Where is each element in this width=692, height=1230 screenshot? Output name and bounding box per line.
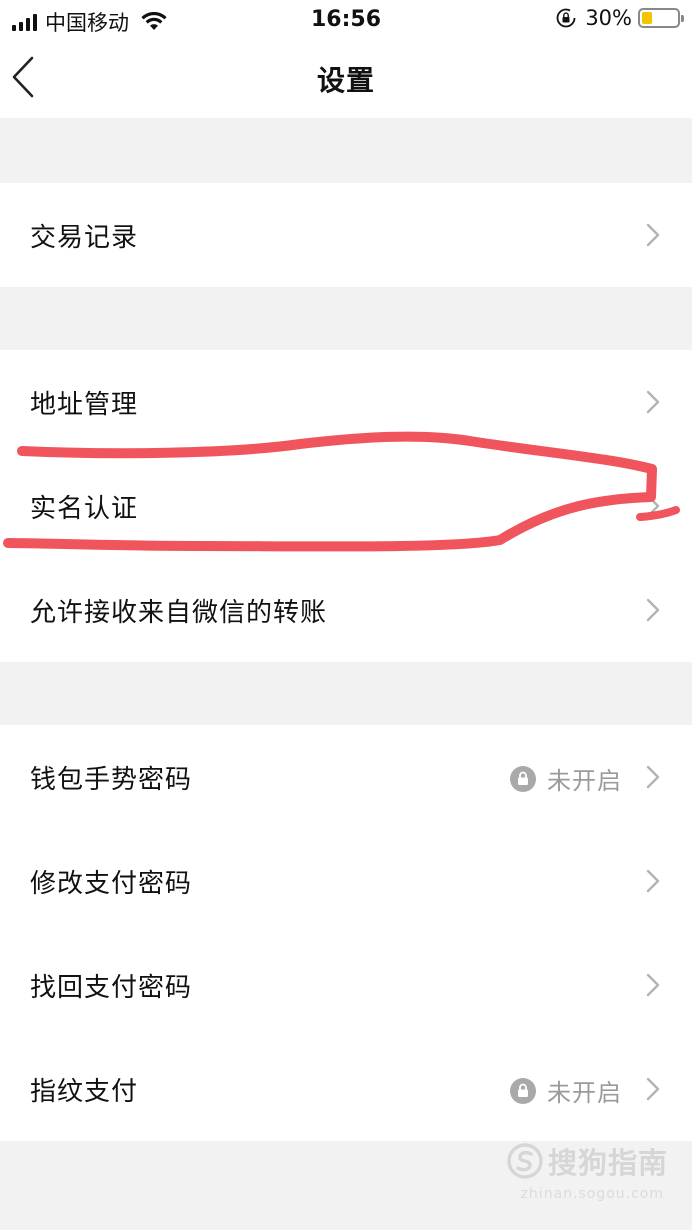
chevron-right-icon [646,223,660,247]
row-label: 钱包手势密码 [30,765,193,795]
status-badge: 未开启 [510,1073,622,1108]
chevron-right-icon [646,765,660,789]
row-change-payment-password[interactable]: 修改支付密码 [0,829,692,933]
battery-icon [638,8,684,28]
row-transaction-records[interactable]: 交易记录 [0,183,692,287]
settings-group-transactions: 交易记录 [0,183,692,287]
status-bar: 中国移动 16:56 30% [0,0,692,40]
status-right: 30% [555,6,684,30]
chevron-right-icon [646,598,660,622]
row-real-name-verification[interactable]: 实名认证 [0,454,692,558]
status-badge: 未开启 [510,761,622,796]
row-wallet-gesture-password[interactable]: 钱包手势密码 未开启 [0,725,692,829]
lock-icon [510,765,536,792]
row-label: 指纹支付 [30,1077,139,1107]
status-text: 未开启 [547,1079,622,1107]
row-fingerprint-payment[interactable]: 指纹支付 未开启 [0,1037,692,1141]
lock-icon [510,1077,536,1104]
battery-percent: 30% [585,6,632,30]
row-label: 找回支付密码 [30,973,193,1003]
settings-group-account: 地址管理 实名认证 允许接收来自微信的转账 [0,350,692,662]
chevron-right-icon [646,390,660,414]
row-label: 实名认证 [30,494,139,524]
chevron-right-icon [646,869,660,893]
chevron-right-icon [646,494,660,518]
nav-bar: 设置 [0,40,692,118]
battery-fill [642,12,652,24]
row-label: 允许接收来自微信的转账 [30,598,328,628]
rotation-lock-icon [556,8,576,28]
settings-group-security: 钱包手势密码 未开启 修改支付密码 找回支付密码 指纹支付 未开启 [0,725,692,1141]
row-label: 交易记录 [30,223,139,253]
chevron-right-icon [646,973,660,997]
page-title: 设置 [316,64,375,97]
watermark-text: 搜狗指南 [547,1146,668,1180]
row-allow-wechat-transfers[interactable]: 允许接收来自微信的转账 [0,558,692,662]
status-text: 未开启 [547,767,622,795]
watermark-url: zhinan.sogou.com [520,1186,664,1202]
row-address-management[interactable]: 地址管理 [0,350,692,454]
row-label: 地址管理 [30,390,139,420]
sogou-logo-icon [507,1143,543,1179]
watermark: 搜狗指南 [506,1140,668,1182]
row-label: 修改支付密码 [30,869,193,899]
chevron-right-icon [646,1077,660,1101]
row-recover-payment-password[interactable]: 找回支付密码 [0,933,692,1037]
